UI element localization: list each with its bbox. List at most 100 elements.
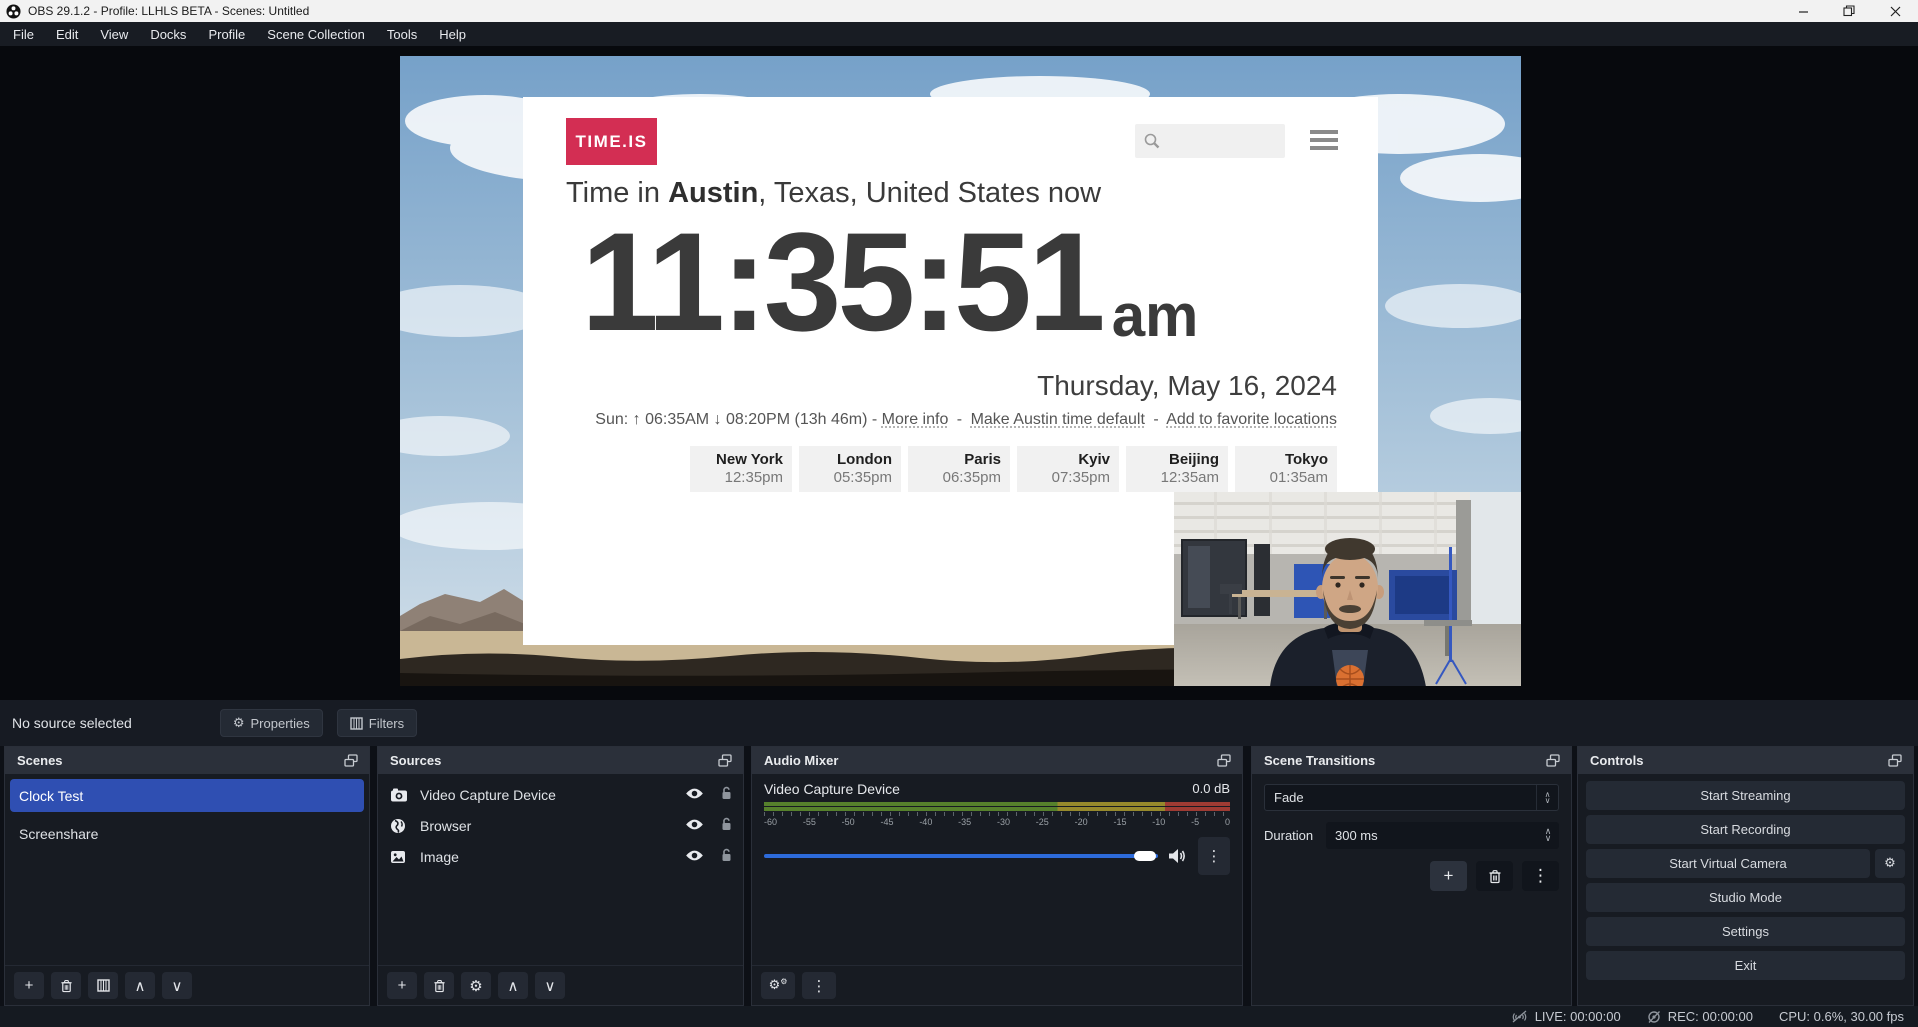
audio-mixer-panel-header[interactable]: Audio Mixer xyxy=(752,747,1242,774)
city-card[interactable]: New York12:35pm xyxy=(690,446,792,492)
source-properties-button[interactable]: ⚙ xyxy=(461,972,491,999)
source-item-image[interactable]: Image xyxy=(378,841,743,872)
close-button[interactable] xyxy=(1872,0,1918,22)
source-label: Video Capture Device xyxy=(420,787,556,803)
lock-icon[interactable] xyxy=(720,786,733,803)
duration-spinner[interactable]: ∧∨ xyxy=(1537,822,1559,849)
remove-source-button[interactable] xyxy=(424,972,454,999)
popout-icon[interactable] xyxy=(343,753,361,769)
add-transition-button[interactable]: + xyxy=(1430,861,1467,891)
move-source-up-button[interactable]: ∧ xyxy=(498,972,528,999)
city-card[interactable]: London05:35pm xyxy=(799,446,901,492)
menu-edit[interactable]: Edit xyxy=(45,22,89,46)
webcam-feed xyxy=(1174,492,1521,686)
duration-input[interactable]: 300 ms ∧∨ xyxy=(1326,822,1559,849)
sources-panel-header[interactable]: Sources xyxy=(378,747,743,774)
move-scene-down-button[interactable]: ∨ xyxy=(162,972,192,999)
menu-profile[interactable]: Profile xyxy=(197,22,256,46)
city-name: New York xyxy=(690,451,783,469)
source-context-bar: No source selected ⚙ Properties Filters xyxy=(0,700,1918,746)
scene-transitions-panel: Scene Transitions Fade ∧∨ Duration 300 m… xyxy=(1251,746,1572,1006)
transition-select[interactable]: Fade ∧∨ xyxy=(1264,784,1559,811)
source-item-browser[interactable]: Browser xyxy=(378,810,743,841)
dock-area: Scenes Clock Test Screenshare + ∧ ∨ Sour… xyxy=(0,746,1918,1006)
city-card[interactable]: Beijing12:35am xyxy=(1126,446,1228,492)
menu-file[interactable]: File xyxy=(2,22,45,46)
live-status: LIVE: 00:00:00 xyxy=(1511,1009,1621,1024)
make-default-link[interactable]: Make Austin time default xyxy=(971,411,1145,428)
transition-menu-button[interactable]: ⋮ xyxy=(1522,861,1559,891)
start-streaming-button[interactable]: Start Streaming xyxy=(1586,781,1905,810)
move-source-down-button[interactable]: ∨ xyxy=(535,972,565,999)
sources-toolbar: + ⚙ ∧ ∨ xyxy=(378,965,743,1005)
exit-button[interactable]: Exit xyxy=(1586,951,1905,980)
speaker-icon[interactable] xyxy=(1168,848,1188,864)
source-item-video-capture-device[interactable]: Video Capture Device xyxy=(378,779,743,810)
meter-scale: -60-55-50-45-40-35-30-25-20-15-10-50 xyxy=(764,817,1230,827)
mixer-channel-menu-button[interactable]: ⋮ xyxy=(1198,837,1230,875)
add-favorite-link[interactable]: Add to favorite locations xyxy=(1166,411,1337,428)
menu-docks[interactable]: Docks xyxy=(139,22,197,46)
visibility-eye-icon[interactable] xyxy=(685,818,704,834)
popout-icon[interactable] xyxy=(1216,753,1234,769)
source-label: Browser xyxy=(420,818,471,834)
webcam-overlay[interactable] xyxy=(1174,492,1521,686)
sun-times: Sun: ↑ 06:35AM ↓ 08:20PM (13h 46m) - xyxy=(595,411,877,428)
timeis-logo[interactable]: TIME.IS xyxy=(566,118,657,165)
transition-selected-value: Fade xyxy=(1265,790,1304,805)
scene-filters-button[interactable] xyxy=(88,972,118,999)
menu-tools[interactable]: Tools xyxy=(376,22,428,46)
filters-button[interactable]: Filters xyxy=(337,709,417,737)
visibility-eye-icon[interactable] xyxy=(685,787,704,803)
city-card[interactable]: Kyiv07:35pm xyxy=(1017,446,1119,492)
city-card[interactable]: Tokyo01:35am xyxy=(1235,446,1337,492)
visibility-eye-icon[interactable] xyxy=(685,849,704,865)
menu-help[interactable]: Help xyxy=(428,22,477,46)
scene-item-screenshare[interactable]: Screenshare xyxy=(10,817,364,850)
search-input[interactable] xyxy=(1135,124,1285,158)
studio-mode-button[interactable]: Studio Mode xyxy=(1586,883,1905,912)
more-info-link[interactable]: More info xyxy=(882,411,949,428)
popout-icon[interactable] xyxy=(1887,753,1905,769)
start-recording-button[interactable]: Start Recording xyxy=(1586,815,1905,844)
maximize-button[interactable] xyxy=(1826,0,1872,22)
properties-button[interactable]: ⚙ Properties xyxy=(220,709,323,737)
move-scene-up-button[interactable]: ∧ xyxy=(125,972,155,999)
controls-panel-header[interactable]: Controls xyxy=(1578,747,1913,774)
add-scene-button[interactable]: + xyxy=(14,972,44,999)
panel-title: Sources xyxy=(390,753,441,768)
video-frame[interactable]: TIME.IS Time in Austin, Texas, United St… xyxy=(400,56,1521,686)
menu-scene-collection[interactable]: Scene Collection xyxy=(256,22,376,46)
menu-view[interactable]: View xyxy=(89,22,139,46)
hamburger-menu-icon[interactable] xyxy=(1310,130,1338,154)
remove-transition-button[interactable] xyxy=(1476,861,1513,891)
scene-transitions-panel-header[interactable]: Scene Transitions xyxy=(1252,747,1571,774)
window-buttons xyxy=(1780,0,1918,22)
preview-area[interactable]: TIME.IS Time in Austin, Texas, United St… xyxy=(0,46,1918,700)
popout-icon[interactable] xyxy=(717,753,735,769)
scene-item-clock-test[interactable]: Clock Test xyxy=(10,779,364,812)
city-card[interactable]: Paris06:35pm xyxy=(908,446,1010,492)
lock-icon[interactable] xyxy=(720,848,733,865)
remove-scene-button[interactable] xyxy=(51,972,81,999)
popout-icon[interactable] xyxy=(1545,753,1563,769)
volume-slider[interactable] xyxy=(764,854,1158,858)
lock-icon[interactable] xyxy=(720,817,733,834)
advanced-audio-button[interactable]: ⚙⚙ xyxy=(761,972,795,999)
image-icon xyxy=(390,850,410,864)
mixer-menu-button[interactable]: ⋮ xyxy=(802,972,836,999)
record-inactive-icon xyxy=(1647,1010,1661,1024)
start-virtual-camera-button[interactable]: Start Virtual Camera xyxy=(1586,849,1870,878)
scenes-panel-header[interactable]: Scenes xyxy=(5,747,369,774)
settings-button[interactable]: Settings xyxy=(1586,917,1905,946)
panel-title: Audio Mixer xyxy=(764,753,838,768)
volume-slider-handle[interactable] xyxy=(1134,851,1156,861)
city-name: Beijing xyxy=(1126,451,1219,469)
obs-logo-icon xyxy=(6,4,21,19)
select-chevrons[interactable]: ∧∨ xyxy=(1536,785,1558,810)
duration-value: 300 ms xyxy=(1326,828,1378,843)
virtual-camera-settings-button[interactable]: ⚙ xyxy=(1875,849,1905,878)
minimize-button[interactable] xyxy=(1780,0,1826,22)
panel-title: Controls xyxy=(1590,753,1643,768)
add-source-button[interactable]: + xyxy=(387,972,417,999)
